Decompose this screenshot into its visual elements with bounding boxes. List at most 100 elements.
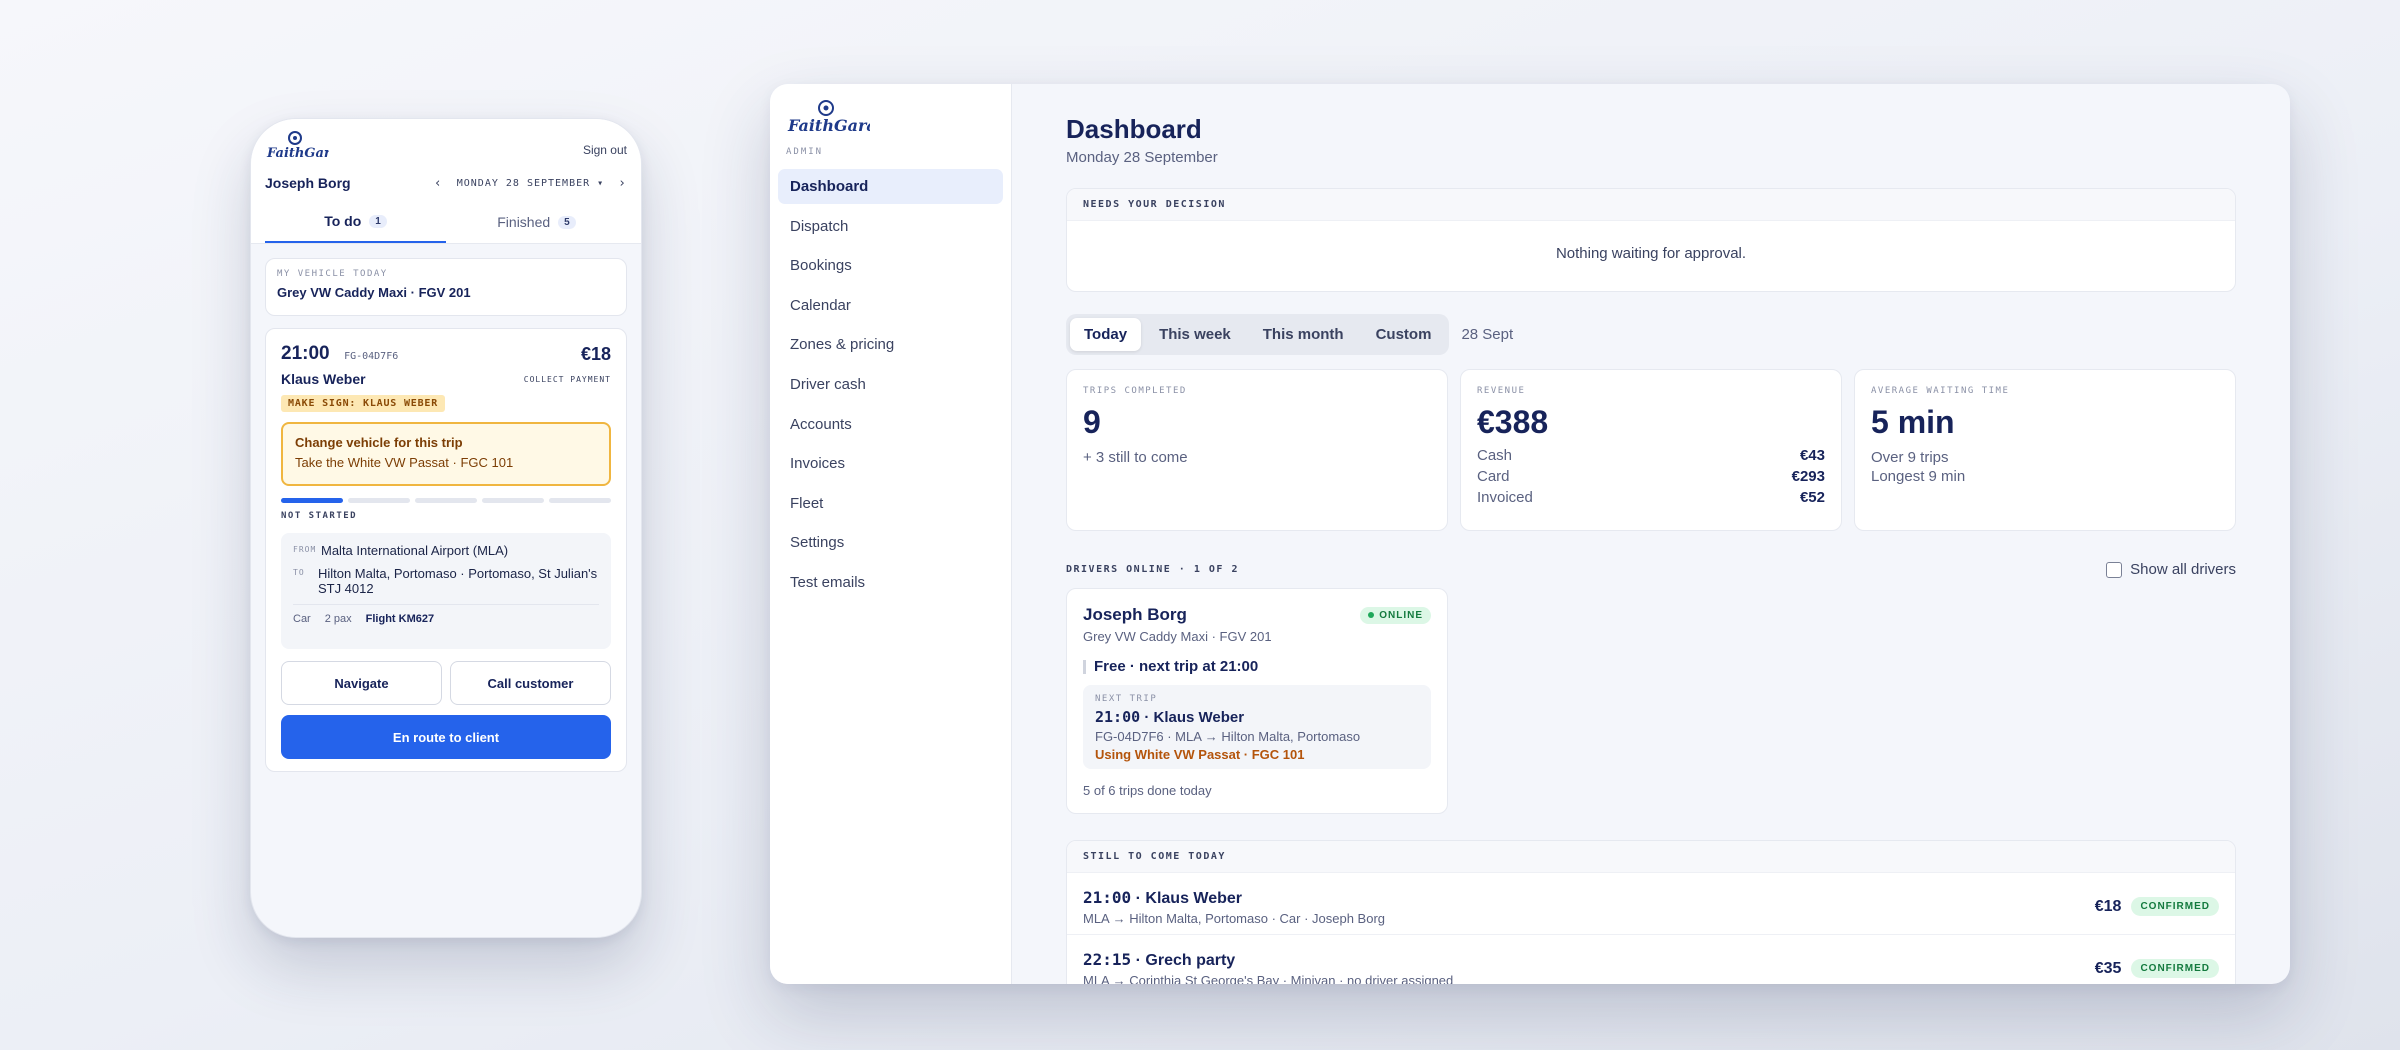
navigate-button[interactable]: Navigate xyxy=(281,661,442,705)
row-price: €35 xyxy=(2094,959,2122,977)
next-trip-title: 21:00 · Klaus Weber xyxy=(1095,708,1245,726)
sidebar-item-dashboard[interactable]: Dashboard xyxy=(778,169,1003,204)
range-segmented-control: Today This week This month Custom xyxy=(1066,314,1450,355)
payment-note: COLLECT PAYMENT xyxy=(523,374,611,384)
row-details: MLA → Hilton Malta, Portomaso · Car · Jo… xyxy=(1083,910,1386,926)
table-row[interactable]: 22:15 · Grech party MLA → Corinthia St G… xyxy=(1067,935,2235,984)
trip-progress xyxy=(281,498,611,503)
stat-value: €388 xyxy=(1477,404,1549,440)
chevron-left-icon[interactable]: ‹ xyxy=(434,176,443,191)
empty-state: Nothing waiting for approval. xyxy=(1555,245,1747,262)
stat-label: REVENUE xyxy=(1477,386,1526,396)
sidebar-item-settings[interactable]: Settings xyxy=(778,525,1003,560)
revenue-line-cash: Cash €43 xyxy=(1477,447,1825,464)
stats-row: TRIPS COMPLETED 9 + 3 still to come REVE… xyxy=(1066,369,2236,531)
sidebar-item-fleet[interactable]: Fleet xyxy=(778,486,1003,521)
trip-status: NOT STARTED xyxy=(281,511,358,521)
next-trip-box: NEXT TRIP 21:00 · Klaus Weber FG-04D7F6 … xyxy=(1083,685,1431,769)
vehicle-eyebrow: MY VEHICLE TODAY xyxy=(277,269,388,279)
tab-count: 5 xyxy=(558,215,576,229)
range-this-week[interactable]: This week xyxy=(1145,318,1245,351)
drivers-online-heading: DRIVERS ONLINE · 1 OF 2 xyxy=(1066,564,1239,575)
logo-icon: FaithGarage xyxy=(787,100,898,135)
driver-vehicle: Grey VW Caddy Maxi · FGV 201 xyxy=(1083,629,1272,644)
sidebar-logo: FaithGarage ADMIN xyxy=(778,98,1003,169)
tab-to-do[interactable]: To do 1 xyxy=(265,207,446,243)
next-trip-vehicle-warning: Using White VW Passat · FGC 101 xyxy=(1095,747,1305,762)
sidebar-item-invoices[interactable]: Invoices xyxy=(778,446,1003,481)
vehicle-name: Grey VW Caddy Maxi · FGV 201 xyxy=(277,285,471,300)
drivers-online-header: DRIVERS ONLINE · 1 OF 2 Show all drivers xyxy=(1066,561,2236,578)
chevron-right-icon[interactable]: › xyxy=(618,176,627,191)
trip-card: 21:00 FG-04D7F6 €18 Klaus Weber COLLECT … xyxy=(265,328,627,772)
range-custom[interactable]: Custom xyxy=(1362,318,1446,351)
pickup-location: Malta International Airport (MLA) xyxy=(321,543,509,558)
row-title: 21:00 · Klaus Weber xyxy=(1083,887,1243,907)
page-title: Dashboard xyxy=(1066,114,1202,144)
sidebar-item-accounts[interactable]: Accounts xyxy=(778,407,1003,442)
sidebar-item-test-emails[interactable]: Test emails xyxy=(778,565,1003,600)
range-date: 28 Sept xyxy=(1461,326,1514,343)
table-row[interactable]: 21:00 · Klaus Weber MLA → Hilton Malta, … xyxy=(1067,873,2235,935)
flight-number: Flight KM627 xyxy=(365,613,435,625)
trip-time: 21:00 xyxy=(281,343,330,364)
stat-value: 9 xyxy=(1083,404,1101,440)
row-price: €18 xyxy=(2094,897,2122,915)
date-range-selector: Today This week This month Custom 28 Sep… xyxy=(1066,314,2236,355)
logo-text: FaithGarage xyxy=(266,146,329,161)
sidebar-item-zones-pricing[interactable]: Zones & pricing xyxy=(778,327,1003,362)
logo-icon: FaithGarage xyxy=(266,131,329,161)
sign-out-link[interactable]: Sign out xyxy=(583,143,627,157)
trips-done-summary: 5 of 6 trips done today xyxy=(1083,783,1212,798)
show-all-checkbox[interactable] xyxy=(2106,561,2123,578)
en-route-button[interactable]: En route to client xyxy=(281,715,611,759)
stat-label: TRIPS COMPLETED xyxy=(1083,386,1187,396)
sidebar-item-bookings[interactable]: Bookings xyxy=(778,248,1003,283)
range-today[interactable]: Today xyxy=(1070,318,1142,351)
faithgarage-logo: FaithGarage xyxy=(265,129,329,163)
line-label: Invoiced xyxy=(1477,489,1533,506)
stat-subtext: + 3 still to come xyxy=(1083,449,1188,466)
passenger-name: Klaus Weber xyxy=(281,371,366,387)
stat-revenue: REVENUE €388 Cash €43 Card €293 Invoiced… xyxy=(1460,369,1842,531)
row-name: Grech party xyxy=(1145,951,1236,969)
tab-label: To do xyxy=(324,213,362,229)
row-name: Klaus Weber xyxy=(1145,889,1243,907)
trip-price: €18 xyxy=(580,343,611,364)
call-customer-button[interactable]: Call customer xyxy=(450,661,611,705)
range-this-month[interactable]: This month xyxy=(1249,318,1358,351)
tab-label: Finished xyxy=(497,214,551,230)
checkbox-label: Show all drivers xyxy=(2130,561,2236,578)
next-trip-time: 21:00 xyxy=(1095,708,1141,726)
change-vehicle-alert: Change vehicle for this trip Take the Wh… xyxy=(281,422,611,486)
line-label: Card xyxy=(1477,468,1510,485)
stat-subtext: Over 9 trips xyxy=(1871,449,1949,466)
driver-card[interactable]: Joseph Borg ONLINE Grey VW Caddy Maxi · … xyxy=(1066,588,1448,814)
show-all-drivers-toggle[interactable]: Show all drivers xyxy=(2106,561,2236,578)
tab-finished[interactable]: Finished 5 xyxy=(446,207,627,243)
sidebar-item-calendar[interactable]: Calendar xyxy=(778,288,1003,323)
row-details: MLA → Corinthia St George's Bay · Miniva… xyxy=(1083,972,1454,985)
section-heading: NEEDS YOUR DECISION xyxy=(1067,189,2235,221)
my-vehicle-card: MY VEHICLE TODAY Grey VW Caddy Maxi · FG… xyxy=(265,258,627,316)
stat-trips-completed: TRIPS COMPLETED 9 + 3 still to come xyxy=(1066,369,1448,531)
next-trip-passenger: Klaus Weber xyxy=(1153,709,1245,726)
dashboard-main: Dashboard Monday 28 September NEEDS YOUR… xyxy=(1012,84,2290,984)
alert-message: Take the White VW Passat · FGC 101 xyxy=(295,455,514,470)
revenue-line-card: Card €293 xyxy=(1477,468,1825,485)
date-select[interactable]: MONDAY 28 SEPTEMBER ▾ xyxy=(457,178,604,189)
to-label: TO xyxy=(293,568,305,577)
page-date: Monday 28 September xyxy=(1066,149,1218,166)
row-time: 21:00 xyxy=(1083,887,1132,907)
current-date: MONDAY 28 SEPTEMBER xyxy=(456,177,591,189)
logo-text: FaithGarage xyxy=(787,116,870,135)
progress-step xyxy=(348,498,410,503)
sidebar-item-driver-cash[interactable]: Driver cash xyxy=(778,367,1003,402)
sidebar-item-dispatch[interactable]: Dispatch xyxy=(778,209,1003,244)
alert-title: Change vehicle for this trip xyxy=(295,435,463,450)
vehicle-type: Car xyxy=(293,613,311,625)
driver-name: Joseph Borg xyxy=(1083,605,1187,624)
driver-name: Joseph Borg xyxy=(265,175,351,191)
stat-average-waiting-time: AVERAGE WAITING TIME 5 min Over 9 trips … xyxy=(1854,369,2236,531)
trip-reference: FG-04D7F6 xyxy=(344,351,399,362)
